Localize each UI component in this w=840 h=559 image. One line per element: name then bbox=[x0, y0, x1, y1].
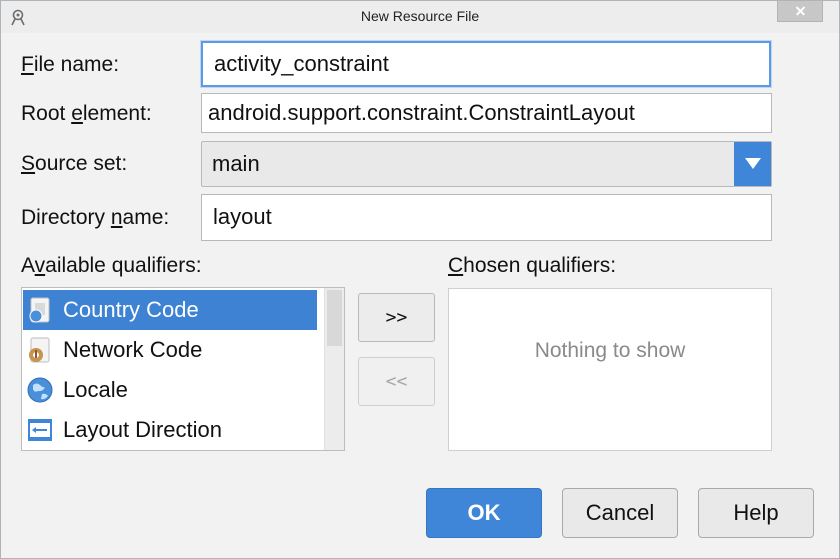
root-element-input[interactable]: android.support.constraint.ConstraintLay… bbox=[201, 93, 772, 133]
add-qualifier-button[interactable]: >> bbox=[358, 293, 435, 342]
source-set-label: Source set: bbox=[21, 152, 128, 175]
root-element-label: Root element: bbox=[21, 102, 152, 125]
directory-name-input[interactable]: layout bbox=[201, 194, 772, 241]
source-set-select[interactable]: main bbox=[201, 141, 772, 187]
available-qualifiers-list[interactable]: Country Code Network Code Locale Layout … bbox=[21, 287, 345, 451]
list-item-network-code[interactable]: Network Code bbox=[23, 330, 323, 370]
help-button[interactable]: Help bbox=[698, 488, 814, 538]
list-item-locale[interactable]: Locale bbox=[23, 370, 323, 410]
remove-qualifier-button[interactable]: << bbox=[358, 357, 435, 406]
file-name-label: File name: bbox=[21, 53, 120, 76]
country-code-icon bbox=[29, 297, 50, 323]
available-qualifiers-label: Available qualifiers: bbox=[21, 254, 202, 277]
empty-state-text: Nothing to show bbox=[534, 339, 686, 362]
available-list-scrollbar[interactable] bbox=[324, 288, 344, 450]
close-icon[interactable] bbox=[777, 1, 823, 22]
title-bar: New Resource File bbox=[1, 1, 839, 33]
list-item-country-code[interactable]: Country Code bbox=[23, 290, 317, 330]
network-code-icon bbox=[29, 337, 50, 363]
chosen-qualifiers-label: Chosen qualifiers: bbox=[448, 254, 617, 277]
scrollbar-thumb[interactable] bbox=[327, 290, 342, 346]
directory-name-label: Directory name: bbox=[21, 206, 170, 229]
window-title: New Resource File bbox=[360, 8, 480, 24]
list-item-layout-direction[interactable]: Layout Direction bbox=[23, 410, 323, 450]
source-set-value: main bbox=[212, 151, 260, 176]
layout-direction-icon bbox=[28, 419, 52, 441]
chevron-down-icon[interactable] bbox=[734, 142, 771, 186]
ok-button[interactable]: OK bbox=[426, 488, 542, 538]
new-resource-file-dialog: New Resource File File name: activity_co… bbox=[0, 0, 840, 559]
file-name-input[interactable]: activity_constraint bbox=[201, 41, 771, 87]
chosen-qualifiers-list[interactable]: Nothing to show bbox=[448, 288, 772, 451]
globe-icon bbox=[27, 377, 53, 403]
cancel-button[interactable]: Cancel bbox=[562, 488, 678, 538]
